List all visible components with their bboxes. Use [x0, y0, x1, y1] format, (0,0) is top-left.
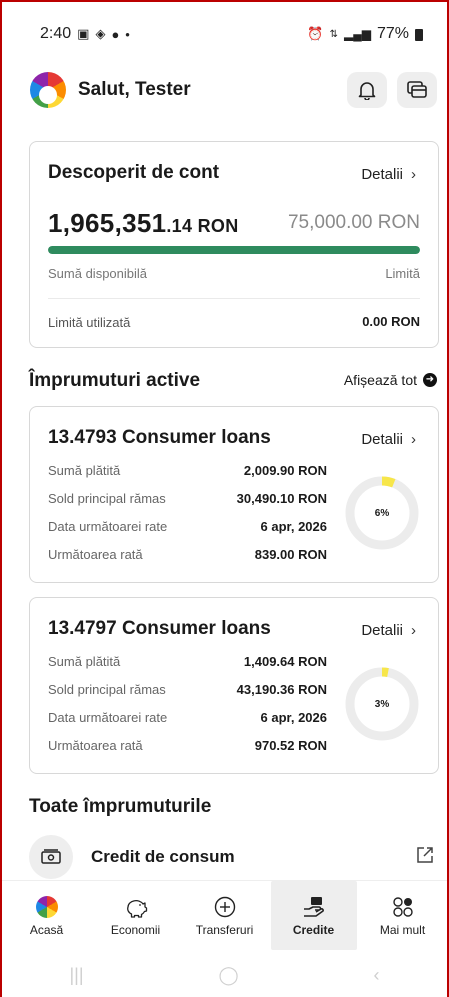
paid-value: 1,409.64 RON	[243, 654, 327, 669]
app-notification-icon: ◈	[95, 26, 106, 41]
signal-icon: ▂▄▆	[344, 27, 371, 41]
next-rate-label: Următoarea rată	[48, 738, 143, 753]
app-header: Salut, Tester	[30, 70, 437, 110]
gallery-notification-icon: ▣	[77, 26, 90, 41]
see-all-link[interactable]: Afișează tot ➜	[344, 372, 437, 388]
nav-credits-label: Credite	[292, 922, 335, 937]
paid-label: Sumă plătită	[48, 654, 121, 669]
apps-grid-icon	[392, 896, 413, 917]
back-icon[interactable]: ‹	[374, 965, 380, 986]
paid-value: 2,009.90 RON	[243, 463, 327, 478]
available-amount-main: 1,965,351	[48, 208, 167, 238]
loan-details-link[interactable]: Detalii ›	[361, 431, 416, 448]
nav-more-label: Mai mult	[379, 922, 426, 937]
recent-apps-icon[interactable]: |||	[69, 965, 83, 986]
next-rate-label: Următoarea rată	[48, 547, 143, 562]
system-navigation-bar: ||| ◯ ‹	[2, 960, 447, 990]
cards-button[interactable]	[397, 72, 437, 108]
banknote-icon	[29, 835, 73, 879]
see-all-label: Afișează tot	[343, 372, 417, 388]
loan-title: 13.4797 Consumer loans	[48, 618, 271, 639]
greeting-text: Salut, Tester	[78, 79, 191, 100]
loan-progress-text: 3%	[374, 698, 390, 710]
next-rate-value: 839.00 RON	[254, 547, 327, 562]
divider	[48, 298, 420, 299]
chevron-right-icon: ›	[411, 166, 416, 183]
overdraft-progress-bar	[48, 246, 420, 254]
cards-icon	[407, 81, 427, 98]
limit-amount: 75,000.00 RON	[287, 212, 420, 233]
loan-title: 13.4793 Consumer loans	[48, 427, 271, 448]
arrow-right-circle-icon: ➜	[423, 373, 437, 387]
used-limit-value: 0.00 RON	[362, 314, 420, 329]
limit-label: Limită	[385, 266, 420, 281]
loan-details-link[interactable]: Detalii ›	[361, 622, 416, 639]
nav-credits[interactable]: Credite	[270, 881, 357, 950]
hand-money-icon	[303, 896, 324, 917]
nav-home-label: Acasă	[29, 922, 64, 937]
notifications-button[interactable]	[347, 72, 387, 108]
status-bar: 2:40 ▣ ◈ ● • ⏰ ⇅ ▂▄▆ 77%	[40, 22, 437, 46]
overdraft-title: Descoperit de cont	[48, 162, 220, 183]
chevron-right-icon: ›	[411, 622, 416, 639]
available-amount: 1,965,351.14 RON	[48, 208, 239, 239]
loan-progress-text: 6%	[374, 507, 390, 519]
bell-icon	[358, 82, 376, 100]
network-icon: ⇅	[329, 28, 338, 40]
overdraft-details-link[interactable]: Detalii ›	[361, 166, 416, 183]
nav-savings[interactable]: Economii	[93, 881, 179, 950]
bottom-navigation: Acasă Economii Transferuri Credite Mai m…	[2, 880, 447, 950]
nav-savings-label: Economii	[110, 922, 161, 937]
loan-card[interactable]: 13.4797 Consumer loans Detalii › Sumă pl…	[29, 597, 439, 774]
consumer-credit-label: Credit de consum	[91, 847, 235, 866]
active-loans-title: Împrumuturi active	[29, 370, 201, 391]
chevron-right-icon: ›	[411, 431, 416, 448]
principal-label: Sold principal rămas	[48, 682, 166, 697]
consumer-credit-item[interactable]: Credit de consum	[29, 835, 437, 879]
piggy-bank-icon	[126, 899, 147, 918]
details-label: Detalii	[361, 431, 403, 448]
facebook-notification-icon: ●	[111, 26, 120, 42]
loan-card[interactable]: 13.4793 Consumer loans Detalii › Sumă pl…	[29, 406, 439, 583]
status-time: 2:40	[40, 25, 72, 42]
home-system-icon[interactable]: ◯	[218, 965, 238, 986]
details-label: Detalii	[361, 622, 403, 639]
next-date-label: Data următoarei rate	[48, 519, 168, 534]
nav-transfers[interactable]: Transferuri	[182, 881, 268, 950]
nav-more[interactable]: Mai mult	[360, 881, 446, 950]
next-date-value: 6 apr, 2026	[260, 519, 328, 534]
available-label: Sumă disponibilă	[48, 266, 148, 281]
overdraft-card[interactable]: Descoperit de cont Detalii › 1,965,351.1…	[29, 141, 439, 348]
next-date-label: Data următoarei rate	[48, 710, 168, 725]
alarm-icon: ⏰	[307, 26, 324, 41]
more-notifications-icon: •	[125, 26, 130, 42]
next-rate-value: 970.52 RON	[254, 738, 327, 753]
battery-percent: 77%	[376, 25, 409, 42]
principal-value: 30,490.10 RON	[236, 491, 327, 506]
nav-home[interactable]: Acasă	[4, 881, 90, 950]
details-label: Detalii	[361, 166, 403, 183]
paid-label: Sumă plătită	[48, 463, 121, 478]
home-logo-icon	[35, 895, 58, 918]
bank-logo-icon[interactable]	[30, 72, 66, 108]
overdraft-progress-fill	[48, 246, 420, 254]
next-date-value: 6 apr, 2026	[260, 710, 328, 725]
plus-circle-icon	[214, 896, 235, 917]
all-loans-title: Toate împrumuturile	[29, 796, 212, 817]
battery-icon	[415, 29, 423, 41]
external-link-icon[interactable]	[415, 845, 435, 870]
principal-label: Sold principal rămas	[48, 491, 166, 506]
available-amount-cents: .14 RON	[166, 216, 239, 236]
principal-value: 43,190.36 RON	[236, 682, 327, 697]
nav-transfers-label: Transferuri	[195, 922, 254, 937]
used-limit-label: Limită utilizată	[48, 315, 131, 330]
